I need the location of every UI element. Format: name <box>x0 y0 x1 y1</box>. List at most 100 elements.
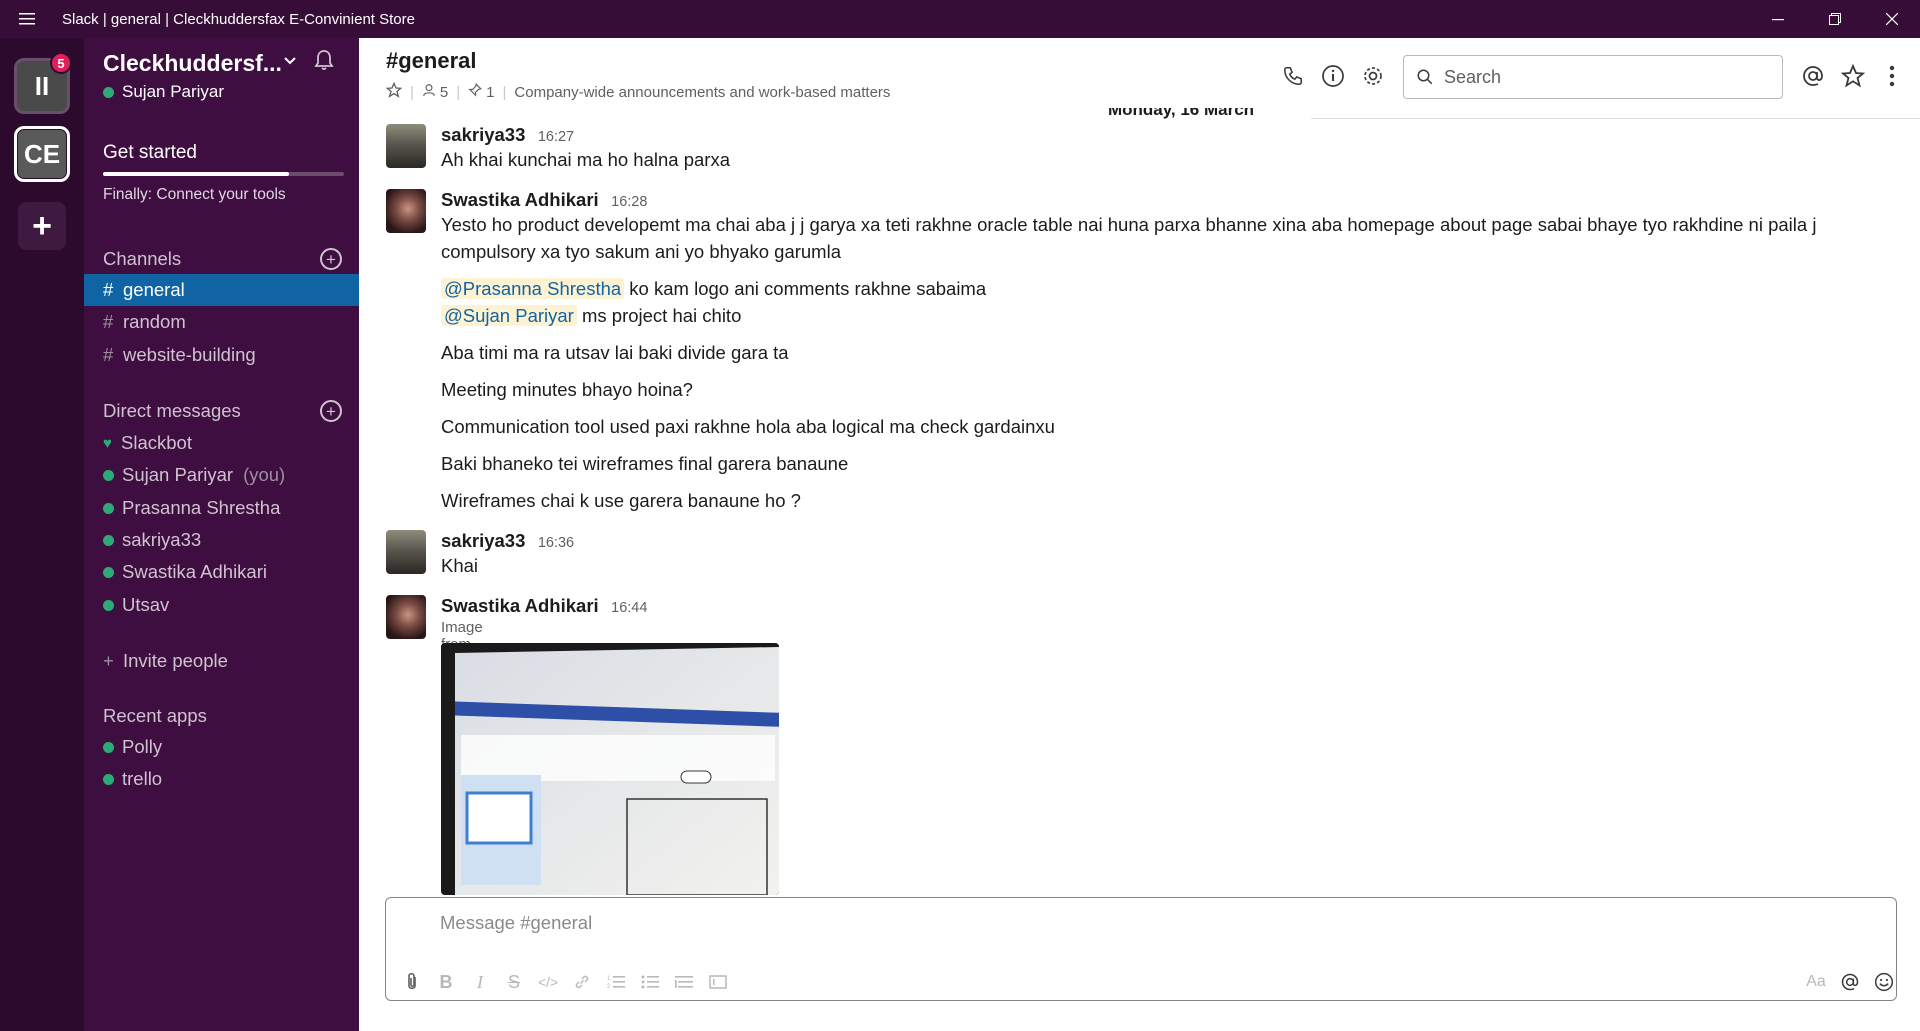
search-icon <box>1417 69 1433 85</box>
pin-icon[interactable] <box>468 83 483 101</box>
workspace-switcher-2[interactable]: CE <box>14 126 70 182</box>
mention-icon[interactable] <box>1836 968 1864 996</box>
sidebar-item-website-building[interactable]: # website-building <box>84 339 359 371</box>
starred-items-icon[interactable] <box>1839 62 1867 90</box>
star-icon[interactable] <box>385 81 403 102</box>
notification-badge: 5 <box>50 52 72 74</box>
message-author[interactable]: Swastika Adhikari <box>441 189 599 210</box>
more-options-icon[interactable] <box>1883 62 1901 90</box>
hash-icon: # <box>103 311 114 332</box>
pinned-count[interactable]: 1 <box>486 84 494 101</box>
mentions-icon[interactable] <box>1799 62 1827 90</box>
chevron-down-icon[interactable] <box>284 52 296 70</box>
recent-apps-header[interactable]: Recent apps <box>103 705 207 727</box>
current-user[interactable]: Sujan Pariyar <box>103 82 224 102</box>
window-title: Slack | general | Cleckhuddersfax E-Conv… <box>62 10 415 28</box>
sidebar-item-utsav[interactable]: Utsav <box>84 589 359 621</box>
presence-active-icon <box>103 469 114 481</box>
message-text: Baki bhaneko tei wireframes final garera… <box>441 453 849 474</box>
sidebar-item-prasanna-shrestha[interactable]: Prasanna Shrestha <box>84 492 359 524</box>
message-author[interactable]: sakriya33 <box>441 530 525 551</box>
avatar[interactable] <box>386 530 426 574</box>
channels-header[interactable]: Channels <box>103 248 181 270</box>
restore-icon[interactable] <box>1806 0 1863 38</box>
italic-icon[interactable]: I <box>466 968 494 996</box>
bullet-list-icon[interactable] <box>636 968 664 996</box>
sidebar-item-swastika-adhikari[interactable]: Swastika Adhikari <box>84 556 359 588</box>
members-icon[interactable] <box>422 83 436 101</box>
bell-icon[interactable] <box>312 48 336 77</box>
workspace-name[interactable]: Cleckhuddersf... <box>103 50 282 77</box>
message-author[interactable]: sakriya33 <box>441 124 525 145</box>
channel-topic[interactable]: Company-wide announcements and work-base… <box>514 84 890 101</box>
message-text: Ah khai kunchai ma ho halna parxa <box>441 149 730 170</box>
message-author[interactable]: Swastika Adhikari <box>441 595 599 616</box>
image-thumbnail <box>441 643 779 895</box>
sidebar-item-trello[interactable]: trello <box>84 763 359 795</box>
direct-messages-header[interactable]: Direct messages <box>103 400 241 422</box>
title-bar: Slack | general | Cleckhuddersfax E-Conv… <box>0 0 1920 38</box>
avatar[interactable] <box>386 124 426 168</box>
presence-active-icon <box>103 86 114 98</box>
search-input[interactable]: Search <box>1403 55 1783 99</box>
message-text-part: ms project hai chito <box>576 305 742 326</box>
invite-people-button[interactable]: + Invite people <box>84 645 359 677</box>
phone-icon[interactable] <box>1279 62 1307 90</box>
plus-icon: + <box>103 650 114 671</box>
presence-active-icon <box>103 599 114 611</box>
get-started-link[interactable]: Get started <box>103 142 197 164</box>
workspace-initials: II <box>34 70 50 101</box>
attachment-icon[interactable] <box>398 968 426 996</box>
message-composer[interactable]: Message #general B I S </> 12 Aa <box>385 897 1897 1001</box>
add-workspace-button[interactable]: + <box>18 202 66 250</box>
sidebar-item-polly[interactable]: Polly <box>84 731 359 763</box>
dm-name: Sujan Pariyar <box>122 464 234 485</box>
close-icon[interactable] <box>1863 0 1920 38</box>
channel-name: website-building <box>123 344 256 365</box>
ordered-list-icon[interactable]: 12 <box>602 968 630 996</box>
channel-meta: | 5 | 1 | Company-wide announcements and… <box>385 81 890 102</box>
code-icon[interactable]: </> <box>534 968 562 996</box>
image-attachment[interactable] <box>441 643 779 895</box>
message-text: Aba timi ma ra utsav lai baki divide gar… <box>441 342 789 363</box>
message-time[interactable]: 16:27 <box>538 129 574 145</box>
mention-link[interactable]: @Sujan Pariyar <box>441 305 577 326</box>
link-icon[interactable] <box>568 968 596 996</box>
progress-fill <box>103 172 289 176</box>
date-label: Monday, 16 March <box>1051 108 1311 120</box>
gear-icon[interactable] <box>1359 62 1387 90</box>
blockquote-icon[interactable] <box>670 968 698 996</box>
sidebar-item-general[interactable]: # general <box>84 274 359 306</box>
sidebar-item-sakriya33[interactable]: sakriya33 <box>84 524 359 556</box>
message-list[interactable]: Monday, 16 March sakriya33 16:27 Ah khai… <box>359 108 1920 895</box>
message-text: Communication tool used paxi rakhne hola… <box>441 416 1055 437</box>
message-time[interactable]: 16:36 <box>538 535 574 551</box>
minimize-icon[interactable] <box>1749 0 1806 38</box>
dm-name: Slackbot <box>121 432 192 453</box>
message-time[interactable]: 16:28 <box>611 194 647 210</box>
sidebar-item-slackbot[interactable]: ♥ Slackbot <box>84 427 359 459</box>
member-count[interactable]: 5 <box>440 84 448 101</box>
avatar[interactable] <box>386 189 426 233</box>
message-text-part: ko kam logo ani comments rakhne sabaima <box>624 278 987 299</box>
sidebar: Cleckhuddersf... Sujan Pariyar Get start… <box>84 38 359 1031</box>
mention-link[interactable]: @Prasanna Shrestha <box>441 278 625 299</box>
emoji-icon[interactable] <box>1870 968 1898 996</box>
message-time[interactable]: 16:44 <box>611 600 647 616</box>
workspace-initials: CE <box>23 138 61 169</box>
add-channel-icon[interactable]: + <box>320 248 342 270</box>
add-dm-icon[interactable]: + <box>320 400 342 422</box>
message-text: @Sujan Pariyar ms project hai chito <box>441 302 1841 329</box>
code-block-icon[interactable] <box>704 968 732 996</box>
bold-icon[interactable]: B <box>432 968 460 996</box>
hamburger-menu-icon[interactable] <box>0 0 54 38</box>
formatting-toggle-button[interactable]: Aa <box>1802 968 1830 996</box>
sidebar-item-sujan-pariyar[interactable]: Sujan Pariyar (you) <box>84 459 359 491</box>
channel-title[interactable]: #general <box>386 48 477 74</box>
strikethrough-icon[interactable]: S <box>500 968 528 996</box>
heart-icon: ♥ <box>103 434 112 452</box>
avatar[interactable] <box>386 595 426 639</box>
info-icon[interactable] <box>1319 62 1347 90</box>
sidebar-item-random[interactable]: # random <box>84 306 359 338</box>
message-text: Wireframes chai k use garera banaune ho … <box>441 490 801 511</box>
